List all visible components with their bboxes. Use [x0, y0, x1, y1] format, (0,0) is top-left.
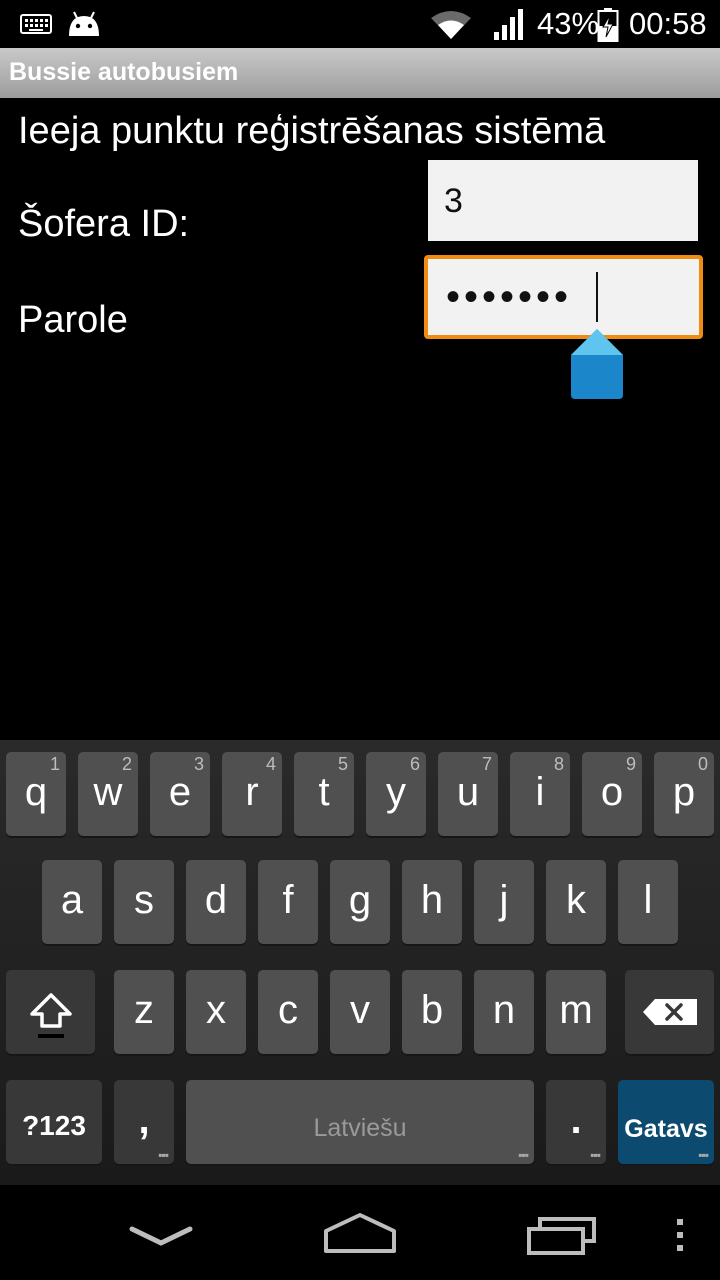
key-l[interactable]: l [618, 860, 678, 944]
password-input[interactable]: ••••••• [424, 255, 703, 339]
key-v[interactable]: v [330, 970, 390, 1054]
app-title-bar: Bussie autobusiem [0, 48, 720, 98]
key-n[interactable]: n [474, 970, 534, 1054]
key-q[interactable]: 1q [6, 752, 66, 836]
menu-icon[interactable] [674, 1217, 686, 1253]
key-u[interactable]: 7u [438, 752, 498, 836]
key-h[interactable]: h [402, 860, 462, 944]
driver-id-label: Šofera ID: [18, 203, 190, 245]
app-title: Bussie autobusiem [9, 58, 239, 86]
symbols-key[interactable]: ?123 [6, 1080, 102, 1164]
key-g[interactable]: g [330, 860, 390, 944]
status-bar: 43% 00:58 [0, 0, 720, 48]
done-key[interactable]: Gatavs ▪▪▪ [618, 1080, 714, 1164]
key-t[interactable]: 5t [294, 752, 354, 836]
password-label: Parole [18, 299, 128, 341]
key-p[interactable]: 0p [654, 752, 714, 836]
shift-key[interactable] [6, 970, 95, 1054]
navigation-bar [0, 1185, 720, 1280]
soft-keyboard: 1q 2w 3e 4r 5t 6y 7u 8i 9o 0p a s d f g … [0, 740, 720, 1185]
driver-id-input[interactable]: 3 [428, 160, 698, 241]
key-y[interactable]: 6y [366, 752, 426, 836]
key-o[interactable]: 9o [582, 752, 642, 836]
clock: 00:58 [629, 6, 707, 41]
key-s[interactable]: s [114, 860, 174, 944]
key-a[interactable]: a [42, 860, 102, 944]
key-x[interactable]: x [186, 970, 246, 1054]
key-i[interactable]: 8i [510, 752, 570, 836]
recent-apps-icon[interactable] [526, 1217, 598, 1255]
text-selection-handle[interactable] [571, 329, 623, 399]
key-k[interactable]: k [546, 860, 606, 944]
battery-charging-icon [597, 8, 619, 42]
comma-key[interactable]: , ▪▪▪ [114, 1080, 174, 1164]
key-z[interactable]: z [114, 970, 174, 1054]
key-b[interactable]: b [402, 970, 462, 1054]
key-j[interactable]: j [474, 860, 534, 944]
battery-percent: 43% [537, 6, 600, 41]
wifi-icon [431, 11, 471, 39]
key-r[interactable]: 4r [222, 752, 282, 836]
back-icon[interactable] [128, 1223, 194, 1251]
home-icon[interactable] [322, 1211, 398, 1255]
key-c[interactable]: c [258, 970, 318, 1054]
period-key[interactable]: . ▪▪▪ [546, 1080, 606, 1164]
backspace-key[interactable] [625, 970, 714, 1054]
shift-icon [30, 993, 72, 1038]
page-heading: Ieeja punktu reģistrēšanas sistēmā [18, 110, 606, 152]
backspace-icon [643, 999, 697, 1025]
key-w[interactable]: 2w [78, 752, 138, 836]
key-e[interactable]: 3e [150, 752, 210, 836]
keyboard-icon [20, 14, 52, 34]
signal-icon [494, 9, 523, 40]
key-f[interactable]: f [258, 860, 318, 944]
key-d[interactable]: d [186, 860, 246, 944]
space-key[interactable]: Latviešu ▪▪▪ [186, 1080, 534, 1164]
text-cursor [596, 272, 598, 322]
key-m[interactable]: m [546, 970, 606, 1054]
android-icon [69, 11, 99, 36]
